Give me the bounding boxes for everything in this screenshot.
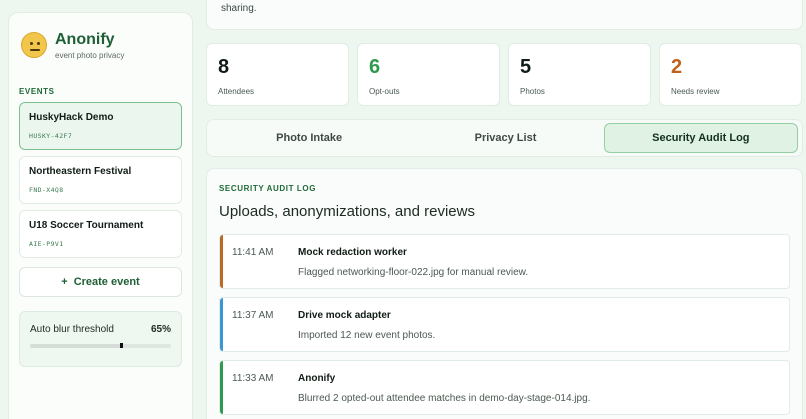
stat-opt-outs: 6 Opt-outs [357, 43, 500, 106]
slider-fill [30, 344, 122, 348]
stat-value: 8 [218, 56, 230, 78]
plus-icon: + [61, 276, 68, 288]
audit-title: Uploads, anonymizations, and reviews [219, 203, 475, 220]
event-code: HUSKY-42F7 [29, 132, 73, 140]
stat-needs-review: 2 Needs review [659, 43, 802, 106]
event-code: FND-X4Q8 [29, 186, 64, 194]
log-time: 11:37 AM [232, 310, 274, 321]
event-card-northeastern[interactable]: Northeastern Festival FND-X4Q8 [19, 156, 182, 204]
stat-value: 5 [520, 56, 532, 78]
events-section-label: EVENTS [19, 87, 55, 96]
tab-security-audit-log[interactable]: Security Audit Log [603, 123, 798, 153]
event-card-huskyhack[interactable]: HuskyHack Demo HUSKY-42F7 [19, 102, 182, 150]
event-card-u18-soccer[interactable]: U18 Soccer Tournament AIE-P9V1 [19, 210, 182, 258]
stat-attendees: 8 Attendees [206, 43, 349, 106]
log-actor: Drive mock adapter [298, 310, 391, 321]
stat-label: Needs review [671, 87, 720, 96]
event-name: Northeastern Festival [29, 166, 132, 177]
threshold-label: Auto blur threshold [30, 324, 114, 335]
event-code: AIE-P9V1 [29, 240, 64, 248]
log-actor: Anonify [298, 373, 336, 384]
log-entry: 11:37 AM Drive mock adapter Imported 12 … [219, 297, 790, 352]
tab-photo-intake[interactable]: Photo Intake [211, 123, 407, 153]
stat-label: Opt-outs [369, 87, 400, 96]
brand: Anonify event photo privacy [19, 25, 182, 65]
log-message: Blurred 2 opted-out attendee matches in … [298, 393, 591, 404]
stat-label: Attendees [218, 87, 255, 96]
neutral-face-logo-icon [21, 32, 47, 58]
view-tabs: Photo Intake Privacy List Security Audit… [206, 119, 803, 157]
stats-row: 8 Attendees 6 Opt-outs 5 Photos 2 Needs … [206, 43, 802, 106]
app-name: Anonify [55, 30, 115, 48]
log-entry: 11:41 AM Mock redaction worker Flagged n… [219, 234, 790, 289]
sidebar: Anonify event photo privacy EVENTS Husky… [8, 12, 193, 419]
create-event-label: Create event [73, 276, 140, 288]
audit-log-panel: SECURITY AUDIT LOG Uploads, anonymizatio… [206, 168, 803, 419]
stat-value: 2 [671, 56, 683, 78]
intro-banner: sharing. [206, 0, 803, 30]
log-entry: 11:33 AM Anonify Blurred 2 opted-out att… [219, 360, 790, 415]
slider-handle[interactable] [120, 343, 124, 348]
banner-text: sharing. [221, 3, 257, 14]
blur-threshold-slider[interactable] [30, 343, 171, 348]
stat-value: 6 [369, 56, 381, 78]
log-time: 11:41 AM [232, 247, 274, 258]
threshold-value: 65% [150, 324, 171, 335]
blur-threshold-panel: Auto blur threshold 65% [19, 311, 182, 367]
stat-photos: 5 Photos [508, 43, 651, 106]
event-name: U18 Soccer Tournament [29, 220, 144, 231]
stat-label: Photos [520, 87, 545, 96]
app-tagline: event photo privacy [55, 50, 125, 60]
tab-privacy-list[interactable]: Privacy List [407, 123, 603, 153]
log-actor: Mock redaction worker [298, 247, 407, 258]
log-message: Imported 12 new event photos. [298, 330, 436, 341]
create-event-button[interactable]: + Create event [19, 267, 182, 297]
log-message: Flagged networking-floor-022.jpg for man… [298, 267, 529, 278]
event-name: HuskyHack Demo [29, 112, 114, 123]
audit-kicker: SECURITY AUDIT LOG [219, 184, 317, 193]
log-time: 11:33 AM [232, 373, 274, 384]
